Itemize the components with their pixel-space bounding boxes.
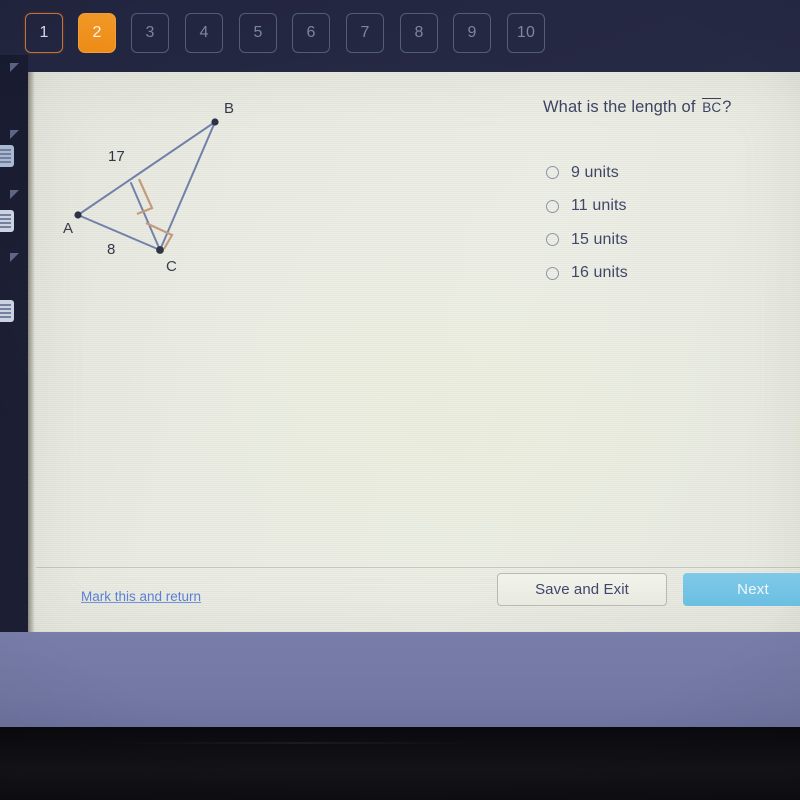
rail-doc-icon-2[interactable] — [0, 210, 14, 232]
answer-choice-1[interactable]: 9 units — [546, 156, 776, 190]
os-taskbar: M iLit — [0, 632, 800, 727]
question-text: What is the length of BC? — [543, 98, 793, 117]
question-suffix: ? — [722, 98, 732, 116]
vertex-label-a: A — [63, 220, 74, 237]
vertex-dot-a — [74, 211, 82, 219]
question-prefix: What is the length of — [543, 98, 696, 116]
answer-choice-4[interactable]: 16 units — [546, 257, 776, 291]
save-and-exit-button[interactable]: Save and Exit — [497, 573, 667, 606]
vertex-dot-b — [211, 118, 219, 126]
right-angle-mark-altitude — [136, 178, 154, 216]
rail-marker-icon-3 — [10, 190, 19, 199]
question-nav-item-1[interactable]: 1 — [25, 13, 63, 53]
radio-icon-4[interactable] — [546, 266, 559, 280]
answer-choice-1-label: 9 units — [571, 163, 619, 181]
bezel-glint — [120, 742, 480, 744]
geometry-figure: A B C 17 8 — [36, 86, 336, 306]
vertex-dot-c — [156, 246, 164, 254]
left-rail — [0, 55, 28, 632]
answer-choice-2[interactable]: 11 units — [546, 190, 776, 224]
question-number-nav: 1 2 3 4 5 6 7 8 9 10 — [0, 0, 800, 68]
vertex-label-c: C — [166, 258, 177, 275]
radio-icon-2[interactable] — [546, 199, 559, 213]
sheet-shadow-edge — [28, 72, 35, 632]
answer-choice-3-label: 15 units — [571, 230, 628, 248]
question-nav-item-3[interactable]: 3 — [131, 13, 169, 53]
question-nav-item-8[interactable]: 8 — [400, 13, 438, 53]
rail-marker-icon-2 — [10, 130, 19, 139]
triangle-diagram-svg — [74, 118, 219, 254]
answer-choice-4-label: 16 units — [571, 264, 628, 282]
radio-icon-1[interactable] — [546, 166, 559, 180]
answer-choice-2-label: 11 units — [571, 197, 627, 215]
mark-this-and-return-link[interactable]: Mark this and return — [81, 589, 201, 604]
question-nav-item-4[interactable]: 4 — [185, 13, 223, 53]
question-nav-item-6[interactable]: 6 — [292, 13, 330, 53]
question-nav-item-10[interactable]: 10 — [507, 13, 545, 53]
question-prompt: What is the length of BC? — [543, 98, 793, 117]
question-nav-item-2[interactable]: 2 — [78, 13, 116, 53]
monitor-bezel — [0, 727, 800, 800]
rail-doc-icon-1[interactable] — [0, 145, 14, 167]
segment-bc-overline: BC — [702, 98, 722, 115]
monitor-photo: 1 2 3 4 5 6 7 8 9 10 A B C 17 8 What is … — [0, 0, 800, 800]
question-nav-item-9[interactable]: 9 — [453, 13, 491, 53]
question-nav-item-5[interactable]: 5 — [239, 13, 277, 53]
footer-divider — [36, 567, 800, 568]
rail-doc-icon-3[interactable] — [0, 300, 14, 322]
vertex-label-b: B — [224, 100, 235, 117]
question-nav-item-7[interactable]: 7 — [346, 13, 384, 53]
radio-icon-3[interactable] — [546, 233, 559, 247]
rail-marker-icon-4 — [10, 253, 19, 262]
next-button[interactable]: Next — [683, 573, 800, 606]
rail-marker-icon-1 — [10, 63, 19, 72]
side-length-ac: 8 — [107, 241, 116, 258]
side-length-ab: 17 — [108, 148, 125, 165]
answer-choice-3[interactable]: 15 units — [546, 223, 776, 257]
answer-choice-list: 9 units 11 units 15 units 16 units — [546, 156, 776, 290]
